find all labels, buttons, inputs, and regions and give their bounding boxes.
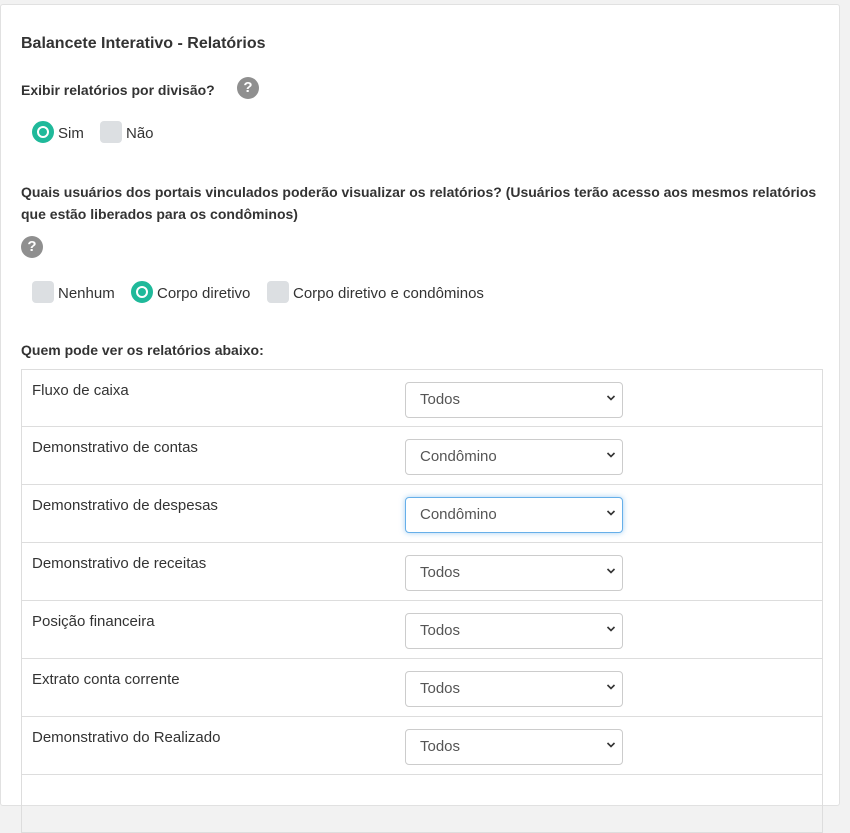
settings-card: Balancete Interativo - Relatórios Exibir… xyxy=(0,4,840,833)
portal-option-corpo-diretivo[interactable]: Corpo diretivo xyxy=(131,281,250,303)
option-label: Corpo diretivo e condôminos xyxy=(293,285,484,302)
division-question-label: Exibir relatórios por divisão? xyxy=(21,82,215,98)
report-name: Posição financeira xyxy=(32,613,155,630)
select-value: Todos xyxy=(420,622,461,639)
portal-question-label: Quais usuários dos portais vinculados po… xyxy=(21,184,817,222)
chevron-down-icon xyxy=(606,568,616,574)
reports-table: Fluxo de caixa Todos Demonstrativo de co… xyxy=(21,369,823,833)
table-row: Demonstrativo de receitas Todos xyxy=(22,543,822,601)
table-row: Posição financeira Todos xyxy=(22,601,822,659)
report-name: Demonstrativo de despesas xyxy=(32,497,218,514)
question-circle-icon[interactable]: ? xyxy=(21,236,43,258)
chevron-down-icon xyxy=(606,510,616,516)
page-title: Balancete Interativo - Relatórios xyxy=(21,35,266,52)
radio-checked-icon[interactable] xyxy=(32,121,54,143)
option-label: Sim xyxy=(58,125,84,142)
question-circle-icon[interactable]: ? xyxy=(237,77,259,99)
select-value: Todos xyxy=(420,680,461,697)
report-visibility-select[interactable]: Todos xyxy=(405,382,623,418)
radio-unchecked-icon[interactable] xyxy=(32,281,54,303)
radio-checked-icon[interactable] xyxy=(131,281,153,303)
report-visibility-select[interactable]: Todos xyxy=(405,729,623,765)
radio-unchecked-icon[interactable] xyxy=(267,281,289,303)
select-value: Condômino xyxy=(420,448,497,465)
select-value: Todos xyxy=(420,391,461,408)
report-name: Extrato conta corrente xyxy=(32,671,180,688)
report-name: Demonstrativo de contas xyxy=(32,439,198,456)
report-name: Demonstrativo de receitas xyxy=(32,555,207,572)
division-option-nao[interactable]: Não xyxy=(100,121,154,143)
table-row-partial xyxy=(22,775,822,833)
division-option-sim[interactable]: Sim xyxy=(32,121,84,143)
table-row: Fluxo de caixa Todos xyxy=(22,370,822,427)
report-visibility-select[interactable]: Todos xyxy=(405,555,623,591)
select-value: Condômino xyxy=(420,506,497,523)
portal-option-corpo-diretivo-condominos[interactable]: Corpo diretivo e condôminos xyxy=(267,281,484,303)
table-row: Extrato conta corrente Todos xyxy=(22,659,822,717)
table-row: Demonstrativo de despesas Condômino xyxy=(22,485,822,543)
reports-section-label: Quem pode ver os relatórios abaixo: xyxy=(21,342,264,358)
report-name: Fluxo de caixa xyxy=(32,382,129,399)
select-value: Todos xyxy=(420,564,461,581)
table-row: Demonstrativo do Realizado Todos xyxy=(22,717,822,775)
option-label: Não xyxy=(126,125,154,142)
select-value: Todos xyxy=(420,738,461,755)
report-visibility-select[interactable]: Condômino xyxy=(405,439,623,475)
chevron-down-icon xyxy=(606,626,616,632)
report-name: Demonstrativo do Realizado xyxy=(32,729,221,746)
portal-option-nenhum[interactable]: Nenhum xyxy=(32,281,115,303)
option-label: Corpo diretivo xyxy=(157,285,251,302)
table-row: Demonstrativo de contas Condômino xyxy=(22,427,822,485)
report-visibility-select[interactable]: Todos xyxy=(405,671,623,707)
option-label: Nenhum xyxy=(58,285,115,302)
report-visibility-select[interactable]: Todos xyxy=(405,613,623,649)
chevron-down-icon xyxy=(606,452,616,458)
radio-unchecked-icon[interactable] xyxy=(100,121,122,143)
chevron-down-icon xyxy=(606,395,616,401)
chevron-down-icon xyxy=(606,742,616,748)
chevron-down-icon xyxy=(606,684,616,690)
report-visibility-select[interactable]: Condômino xyxy=(405,497,623,533)
